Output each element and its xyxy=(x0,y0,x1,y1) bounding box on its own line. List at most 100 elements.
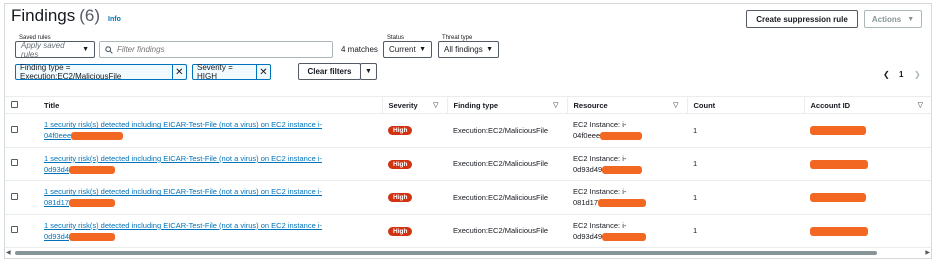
table-row[interactable]: 1 security risk(s) detected including EI… xyxy=(5,181,931,215)
redacted-mark xyxy=(602,165,643,174)
column-header-finding-type[interactable]: Finding type ▽ xyxy=(446,96,567,114)
finding-type-cell: Execution:EC2/MaliciousFile xyxy=(453,226,549,236)
redacted-mark xyxy=(810,159,868,169)
finding-title-id: 081d17 xyxy=(44,198,70,208)
filter-token-severity: Severity = HIGH ✕ xyxy=(192,63,271,81)
table-row[interactable]: 1 security risk(s) detected including EI… xyxy=(5,114,931,148)
create-suppression-rule-button[interactable]: Create suppression rule xyxy=(746,10,858,28)
caret-down-icon: ▼ xyxy=(486,46,493,53)
finding-title-link[interactable]: 1 security risk(s) detected including EI… xyxy=(44,186,376,208)
column-header-severity[interactable]: Severity ▽ xyxy=(381,96,447,114)
sort-icon[interactable]: ▽ xyxy=(553,101,558,109)
count-cell: 1 xyxy=(693,159,698,169)
create-suppression-rule-label: Create suppression rule xyxy=(756,14,848,24)
scroll-left-icon[interactable]: ◀ xyxy=(6,249,11,256)
next-page-icon[interactable]: ❯ xyxy=(914,70,921,79)
sort-icon[interactable]: ▽ xyxy=(433,101,438,109)
search-icon xyxy=(105,45,113,54)
status-select[interactable]: Current ▼ xyxy=(383,41,432,58)
resource-id: 04f0eee xyxy=(573,131,601,141)
account-id-cell xyxy=(804,114,931,148)
threat-type-select[interactable]: All findings ▼ xyxy=(438,41,499,58)
table-row[interactable]: 1 security risk(s) detected including EI… xyxy=(5,147,931,181)
redacted-mark xyxy=(600,132,643,141)
column-header-account-id[interactable]: Account ID ▽ xyxy=(803,96,931,114)
row-checkbox[interactable] xyxy=(11,192,18,200)
resource-text: EC2 Instance: i- xyxy=(573,120,627,130)
horizontal-scrollbar[interactable]: ◀ ▶ xyxy=(5,249,931,257)
severity-cell: High xyxy=(382,114,447,148)
info-link[interactable]: Info xyxy=(108,16,121,23)
severity-badge: High xyxy=(388,159,413,169)
resource-cell: EC2 Instance: i- 0d93d49 xyxy=(567,147,687,181)
matches-count: 4 matches xyxy=(341,45,378,54)
prev-page-icon[interactable]: ❮ xyxy=(883,70,890,79)
caret-down-icon: ▼ xyxy=(365,68,372,75)
sort-icon[interactable]: ▽ xyxy=(918,101,923,109)
status-value: Current xyxy=(389,45,416,54)
clear-filters-button[interactable]: Clear filters xyxy=(298,63,361,80)
clear-filters-label: Clear filters xyxy=(307,67,352,76)
redacted-mark xyxy=(71,132,124,141)
finding-title-link[interactable]: 1 security risk(s) detected including EI… xyxy=(44,119,376,141)
row-checkbox[interactable] xyxy=(11,226,18,234)
resource-id: 0d93d49 xyxy=(573,164,603,174)
redacted-mark xyxy=(810,126,866,135)
title-cell: 1 security risk(s) detected including EI… xyxy=(38,114,382,148)
row-select-cell xyxy=(5,114,38,148)
actions-button[interactable]: Actions ▼ xyxy=(864,10,922,28)
title-cell: 1 security risk(s) detected including EI… xyxy=(38,214,382,248)
account-id-cell xyxy=(804,181,931,215)
saved-rules-select[interactable]: Apply saved rules ▼ xyxy=(15,41,95,59)
scrollbar-thumb[interactable] xyxy=(15,251,877,255)
threat-type-value: All findings xyxy=(444,45,483,54)
finding-title-text: 1 security risk(s) detected including EI… xyxy=(44,120,323,130)
column-header-title[interactable]: Title xyxy=(38,97,382,114)
finding-type-cell: Execution:EC2/MaliciousFile xyxy=(453,159,549,169)
redacted-mark xyxy=(602,232,647,241)
row-checkbox[interactable] xyxy=(11,125,18,133)
resource-cell: EC2 Instance: i- 081d17 xyxy=(567,181,687,215)
column-header-label: Severity xyxy=(388,100,418,110)
findings-count: (6) xyxy=(79,6,101,25)
column-header-count[interactable]: Count xyxy=(686,96,804,114)
redacted-mark xyxy=(69,232,116,241)
filter-token-finding-type: Finding type = Execution:EC2/MaliciousFi… xyxy=(15,63,187,81)
severity-cell: High xyxy=(382,147,447,181)
scroll-right-icon[interactable]: ▶ xyxy=(925,249,930,256)
severity-badge: High xyxy=(388,126,413,136)
resource-cell: EC2 Instance: i- 04f0eee xyxy=(567,114,687,148)
clear-filters-dropdown[interactable]: ▼ xyxy=(360,63,377,80)
redacted-mark xyxy=(810,226,868,236)
finding-type-cell: Execution:EC2/MaliciousFile xyxy=(453,192,549,202)
finding-title-link[interactable]: 1 security risk(s) detected including EI… xyxy=(44,153,376,175)
select-all-checkbox[interactable] xyxy=(11,100,18,108)
table-row[interactable]: 1 security risk(s) detected including EI… xyxy=(5,214,931,248)
search-input[interactable] xyxy=(113,45,313,54)
count-cell: 1 xyxy=(693,192,698,202)
resource-cell: EC2 Instance: i- 0d93d49 xyxy=(567,214,687,248)
column-header-label: Resource xyxy=(573,100,608,110)
finding-title-id: 0d93d4 xyxy=(44,164,70,174)
row-select-cell xyxy=(5,181,38,215)
severity-badge: High xyxy=(388,193,413,203)
table-header-row: Title Severity ▽ Finding type ▽ Resource ▽ … xyxy=(5,96,931,114)
finding-title-text: 1 security risk(s) detected including EI… xyxy=(44,153,323,163)
filter-search[interactable] xyxy=(99,41,333,58)
resource-text: EC2 Instance: i- xyxy=(573,220,627,230)
row-select-cell xyxy=(5,147,38,181)
finding-title-text: 1 security risk(s) detected including EI… xyxy=(44,187,323,197)
row-checkbox[interactable] xyxy=(11,159,18,167)
resource-id: 0d93d49 xyxy=(573,231,603,241)
column-header-label: Finding type xyxy=(453,100,499,110)
close-icon[interactable]: ✕ xyxy=(171,65,186,79)
redacted-mark xyxy=(69,165,116,174)
sort-icon[interactable]: ▽ xyxy=(673,101,678,109)
page-number[interactable]: 1 xyxy=(899,70,903,79)
finding-title-link[interactable]: 1 security risk(s) detected including EI… xyxy=(44,220,376,242)
column-header-resource[interactable]: Resource ▽ xyxy=(566,96,687,114)
finding-type-cell: Execution:EC2/MaliciousFile xyxy=(453,125,549,135)
account-id-cell xyxy=(804,147,931,181)
finding-title-id: 0d93d4 xyxy=(44,231,70,241)
close-icon[interactable]: ✕ xyxy=(255,65,270,79)
